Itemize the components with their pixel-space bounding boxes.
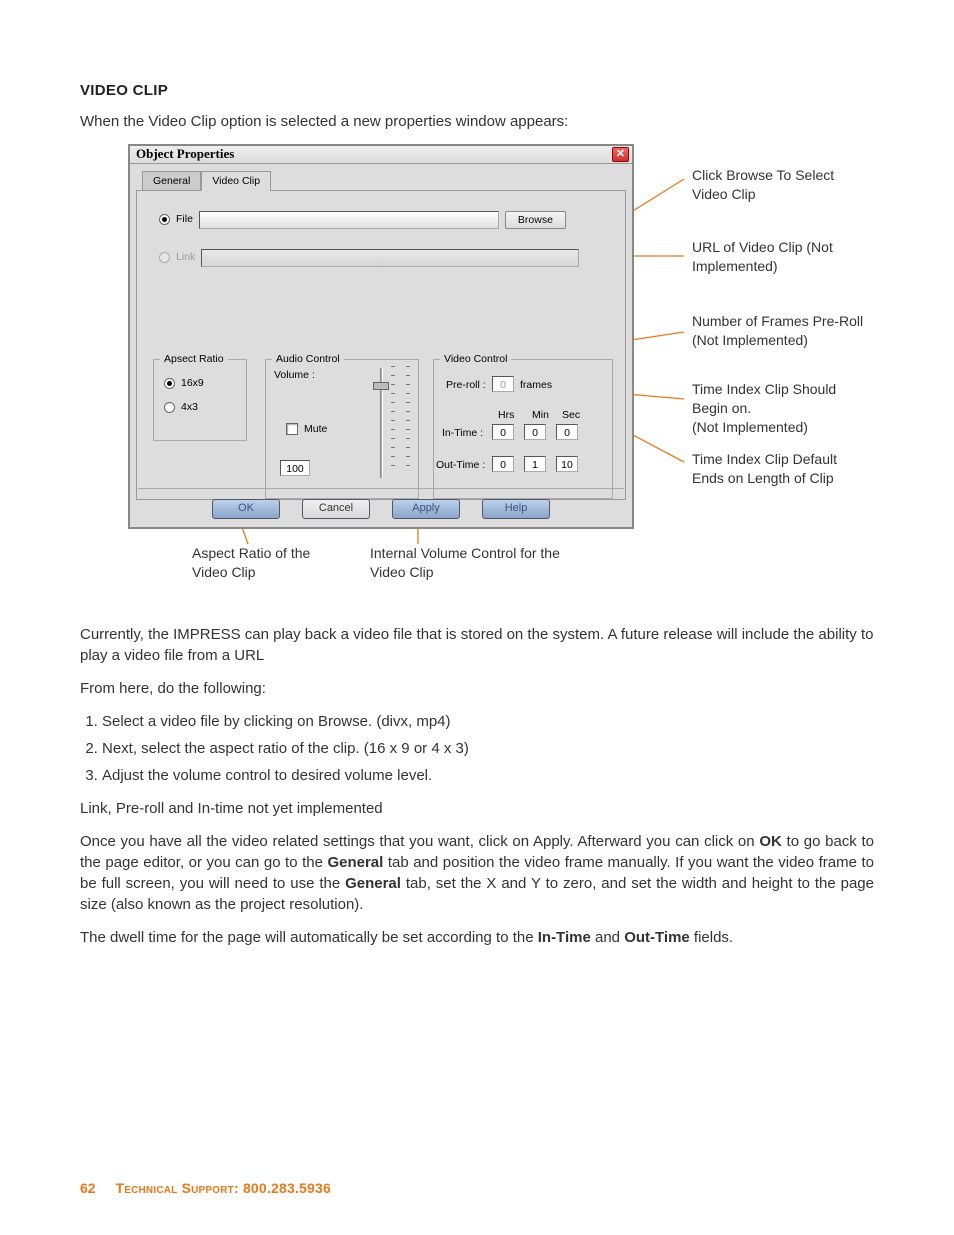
support-number: 800.283.5936 <box>243 1180 331 1196</box>
step-1: Select a video file by clicking on Brows… <box>102 711 874 732</box>
radio-file[interactable] <box>159 214 170 225</box>
radio-16x9[interactable] <box>164 378 175 389</box>
p5d: Out-Time <box>624 929 690 946</box>
object-properties-dialog: Object Properties ✕ General Video Clip F… <box>128 144 634 529</box>
p5a: The dwell time for the page will automat… <box>80 929 538 946</box>
intime-min[interactable]: 0 <box>524 424 546 440</box>
step-1c: . (divx, mp4) <box>368 713 451 730</box>
audio-control-group: Audio Control Volume : Mute 100 <box>265 359 419 499</box>
step-1b: Browse <box>318 713 368 730</box>
outtime-min[interactable]: 1 <box>524 456 546 472</box>
p5b: In-Time <box>538 929 591 946</box>
intime-sec[interactable]: 0 <box>556 424 578 440</box>
step-2: Next, select the aspect ratio of the cli… <box>102 738 874 759</box>
p4d: General <box>327 854 383 871</box>
apply-button[interactable]: Apply <box>392 499 460 519</box>
cancel-button[interactable]: Cancel <box>302 499 370 519</box>
page-number: 62 <box>80 1180 96 1196</box>
help-button[interactable]: Help <box>482 499 550 519</box>
figure: Object Properties ✕ General Video Clip F… <box>80 144 874 604</box>
section-heading: VIDEO CLIP <box>80 80 874 101</box>
tab-general[interactable]: General <box>142 171 201 191</box>
intime-hrs[interactable]: 0 <box>492 424 514 440</box>
aspect-ratio-group: Apsect Ratio 16x9 4x3 <box>153 359 247 441</box>
file-label: File <box>176 212 193 227</box>
step-1a: Select a video file by clicking on <box>102 713 318 730</box>
paragraph-apply: Once you have all the video related sett… <box>80 831 874 915</box>
audio-legend: Audio Control <box>272 352 344 367</box>
support-label: Technical Support <box>115 1180 234 1196</box>
outtime-sec[interactable]: 10 <box>556 456 578 472</box>
titlebar: Object Properties ✕ <box>130 146 632 164</box>
volume-label: Volume : <box>274 368 315 383</box>
p4a: Once you have all the video related sett… <box>80 833 759 850</box>
volume-value[interactable]: 100 <box>280 460 310 476</box>
callout-url: URL of Video Clip (Not Implemented) <box>692 238 872 276</box>
callout-preroll: Number of Frames Pre-Roll (Not Implement… <box>692 312 872 350</box>
p4b: OK <box>759 833 782 850</box>
mute-checkbox[interactable] <box>286 423 298 435</box>
paragraph-notimpl: Link, Pre-roll and In-time not yet imple… <box>80 798 874 819</box>
frames-label: frames <box>520 378 552 393</box>
p4f: General <box>345 875 401 892</box>
intime-label: In-Time : <box>442 426 483 441</box>
steps-list: Select a video file by clicking on Brows… <box>102 711 874 786</box>
radio-4x3[interactable] <box>164 402 175 413</box>
dialog-button-bar: OK Cancel Apply Help <box>138 488 624 519</box>
callout-browse: Click Browse To Select Video Clip <box>692 166 872 204</box>
mute-row: Mute <box>286 422 327 437</box>
callout-volume: Internal Volume Control for the Video Cl… <box>370 544 560 582</box>
p5c: and <box>591 929 624 946</box>
callout-aspect: Aspect Ratio of the Video Clip <box>192 544 342 582</box>
ok-button[interactable]: OK <box>212 499 280 519</box>
step-3: Adjust the volume control to desired vol… <box>102 765 874 786</box>
aspect-16x9-label: 16x9 <box>181 376 204 391</box>
aspect-legend: Apsect Ratio <box>160 352 228 367</box>
preroll-value: 0 <box>492 376 514 392</box>
preroll-label: Pre-roll : <box>446 378 486 393</box>
aspect-4x3-label: 4x3 <box>181 400 198 415</box>
slider-ticks2-icon <box>406 366 410 492</box>
p5e: fields. <box>690 929 733 946</box>
link-label: Link <box>176 250 195 265</box>
min-label: Min <box>532 408 549 423</box>
browse-button[interactable]: Browse <box>505 211 566 229</box>
tab-video-clip[interactable]: Video Clip <box>201 171 271 191</box>
mute-label: Mute <box>304 422 327 437</box>
close-icon[interactable]: ✕ <box>612 147 629 162</box>
paragraph-current: Currently, the IMPRESS can play back a v… <box>80 624 874 666</box>
dialog-body: General Video Clip File Browse Link <box>130 164 632 527</box>
page-footer: 62 Technical Support: 800.283.5936 <box>80 1179 331 1199</box>
slider-thumb-icon[interactable] <box>373 382 389 390</box>
slider-ticks-icon <box>391 366 395 492</box>
file-path-input[interactable] <box>199 211 499 229</box>
dialog-title: Object Properties <box>136 145 234 163</box>
sec-label: Sec <box>562 408 580 423</box>
video-legend: Video Control <box>440 352 511 367</box>
paragraph-fromhere: From here, do the following: <box>80 678 874 699</box>
outtime-hrs[interactable]: 0 <box>492 456 514 472</box>
intro-paragraph: When the Video Clip option is selected a… <box>80 111 874 132</box>
callout-intime: Time Index Clip Should Begin on. (Not Im… <box>692 380 872 437</box>
radio-link <box>159 252 170 263</box>
tab-bar: General Video Clip <box>142 170 626 190</box>
paragraph-dwell: The dwell time for the page will automat… <box>80 927 874 948</box>
tab-panel: File Browse Link Apsect Ratio 16x9 <box>136 190 626 500</box>
hrs-label: Hrs <box>498 408 514 423</box>
callout-outtime: Time Index Clip Default Ends on Length o… <box>692 450 872 488</box>
outtime-label: Out-Time : <box>436 458 485 473</box>
volume-slider[interactable] <box>376 368 386 478</box>
support-sep: : <box>234 1180 243 1196</box>
video-control-group: Video Control Pre-roll : 0 frames Hrs Mi… <box>433 359 613 499</box>
link-url-input <box>201 249 579 267</box>
